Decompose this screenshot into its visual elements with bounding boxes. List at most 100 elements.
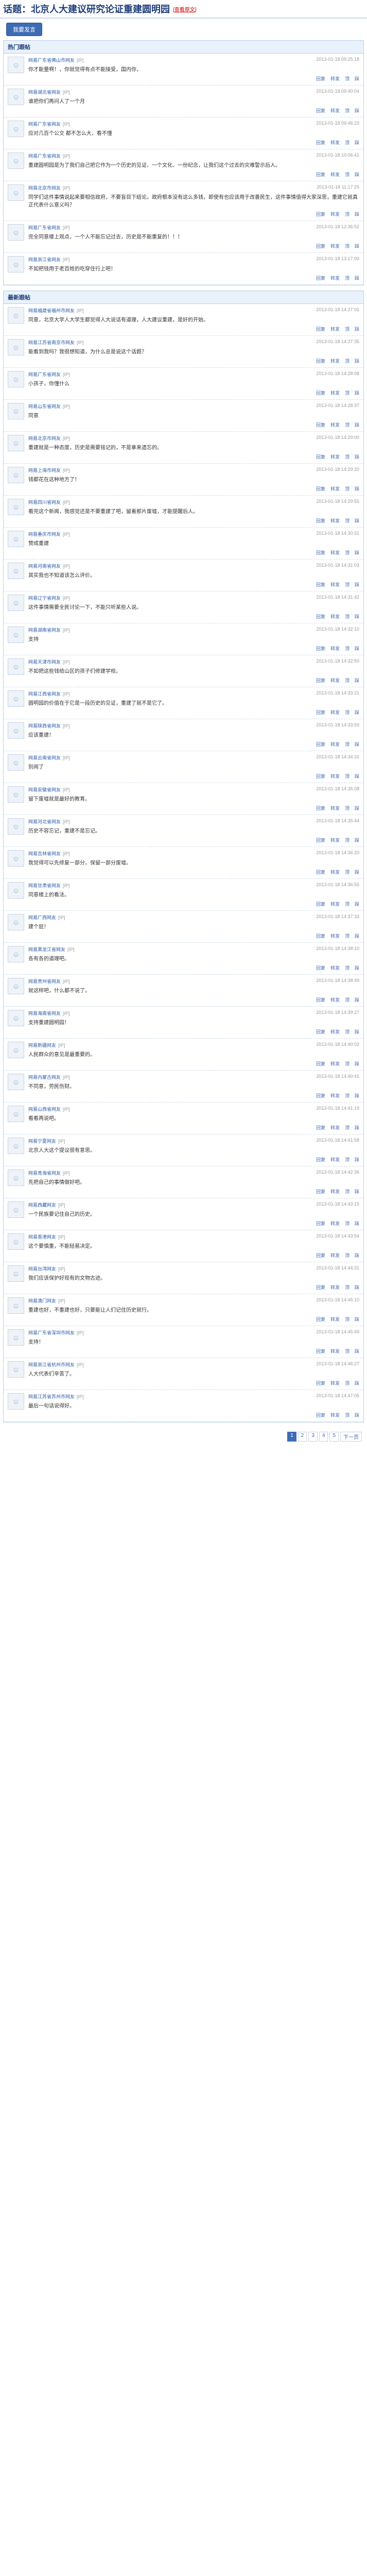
comment-action-回复[interactable]: 回复 (316, 1285, 325, 1290)
comment-action-顶[interactable]: 顶 (345, 1093, 349, 1098)
comment-user[interactable]: 网易北京市网友 [IP] (28, 435, 70, 442)
comment-action-踩[interactable]: 踩 (355, 965, 359, 971)
comment-action-踩[interactable]: 踩 (355, 1061, 359, 1066)
comment-action-踩[interactable]: 踩 (355, 518, 359, 523)
comment-user[interactable]: 网易澳门网友 [IP] (28, 1297, 65, 1304)
pager-item[interactable]: 1 (287, 1432, 296, 1442)
comment-action-转发[interactable]: 转发 (330, 1061, 340, 1066)
comment-action-顶[interactable]: 顶 (345, 1413, 349, 1418)
comment-action-回复[interactable]: 回复 (316, 327, 325, 332)
comment-action-踩[interactable]: 踩 (355, 76, 359, 81)
comment-action-顶[interactable]: 顶 (345, 276, 349, 281)
comment-action-顶[interactable]: 顶 (345, 870, 349, 875)
comment-action-踩[interactable]: 踩 (355, 582, 359, 587)
comment-action-踩[interactable]: 踩 (355, 678, 359, 683)
comment-action-踩[interactable]: 踩 (355, 997, 359, 1003)
comment-user[interactable]: 网易广东省佛山市网友 [IP] (28, 57, 84, 63)
comment-action-回复[interactable]: 回复 (316, 244, 325, 249)
comment-action-顶[interactable]: 顶 (345, 934, 349, 939)
comment-user[interactable]: 网易江苏省南京市网友 [IP] (28, 339, 84, 346)
comment-action-转发[interactable]: 转发 (330, 774, 340, 779)
comment-user[interactable]: 网易台湾网友 [IP] (28, 1265, 65, 1272)
comment-user[interactable]: 网易湖南省网友 [IP] (28, 626, 70, 633)
comment-action-转发[interactable]: 转发 (330, 550, 340, 555)
comment-user[interactable]: 网易北京市网友 [IP] (28, 184, 70, 191)
comment-action-顶[interactable]: 顶 (345, 1221, 349, 1226)
comment-action-转发[interactable]: 转发 (330, 359, 340, 364)
comment-user[interactable]: 网易江西省网友 [IP] (28, 690, 70, 697)
comment-user[interactable]: 网易吉林省网友 [IP] (28, 850, 70, 857)
comment-action-踩[interactable]: 踩 (355, 710, 359, 715)
comment-action-顶[interactable]: 顶 (345, 1157, 349, 1162)
comment-action-回复[interactable]: 回复 (316, 806, 325, 811)
comment-action-回复[interactable]: 回复 (316, 550, 325, 555)
comment-action-转发[interactable]: 转发 (330, 1253, 340, 1258)
comment-user[interactable]: 网易内蒙古网友 [IP] (28, 1074, 70, 1080)
comment-user[interactable]: 网易海南省网友 [IP] (28, 1010, 70, 1016)
comment-action-转发[interactable]: 转发 (330, 391, 340, 396)
comment-action-顶[interactable]: 顶 (345, 1285, 349, 1290)
comment-action-转发[interactable]: 转发 (330, 1157, 340, 1162)
comment-action-转发[interactable]: 转发 (330, 276, 340, 281)
comment-user[interactable]: 网易山东省网友 [IP] (28, 403, 70, 410)
comment-action-顶[interactable]: 顶 (345, 454, 349, 460)
comment-action-转发[interactable]: 转发 (330, 1317, 340, 1322)
pager-item[interactable]: 5 (329, 1432, 339, 1442)
comment-action-回复[interactable]: 回复 (316, 172, 325, 177)
comment-action-踩[interactable]: 踩 (355, 108, 359, 113)
comment-action-顶[interactable]: 顶 (345, 614, 349, 619)
comment-user[interactable]: 网易广东省网友 [IP] (28, 121, 70, 127)
comment-action-转发[interactable]: 转发 (330, 1189, 340, 1194)
comment-action-回复[interactable]: 回复 (316, 1381, 325, 1386)
comment-action-回复[interactable]: 回复 (316, 710, 325, 715)
comment-user[interactable]: 网易山西省网友 [IP] (28, 1106, 70, 1112)
comment-action-顶[interactable]: 顶 (345, 646, 349, 651)
comment-action-回复[interactable]: 回复 (316, 391, 325, 396)
comment-user[interactable]: 网易广东省网友 [IP] (28, 152, 70, 159)
comment-action-踩[interactable]: 踩 (355, 742, 359, 747)
comment-action-顶[interactable]: 顶 (345, 486, 349, 492)
comment-action-踩[interactable]: 踩 (355, 870, 359, 875)
comment-action-顶[interactable]: 顶 (345, 518, 349, 523)
comment-action-踩[interactable]: 踩 (355, 1381, 359, 1386)
comment-action-回复[interactable]: 回复 (316, 276, 325, 281)
comment-action-踩[interactable]: 踩 (355, 1029, 359, 1035)
comment-action-转发[interactable]: 转发 (330, 422, 340, 428)
comment-action-转发[interactable]: 转发 (330, 486, 340, 492)
comment-action-转发[interactable]: 转发 (330, 614, 340, 619)
comment-action-回复[interactable]: 回复 (316, 108, 325, 113)
comment-action-顶[interactable]: 顶 (345, 422, 349, 428)
comment-action-转发[interactable]: 转发 (330, 646, 340, 651)
pager-item[interactable]: 3 (308, 1432, 318, 1442)
comment-action-回复[interactable]: 回复 (316, 774, 325, 779)
comment-action-转发[interactable]: 转发 (330, 997, 340, 1003)
comment-action-回复[interactable]: 回复 (316, 486, 325, 492)
comment-user[interactable]: 网易重庆市网友 [IP] (28, 531, 70, 537)
comment-action-回复[interactable]: 回复 (316, 902, 325, 907)
comment-action-回复[interactable]: 回复 (316, 1029, 325, 1035)
comment-action-踩[interactable]: 踩 (355, 1189, 359, 1194)
comment-action-转发[interactable]: 转发 (330, 454, 340, 460)
comment-action-顶[interactable]: 顶 (345, 582, 349, 587)
comment-action-转发[interactable]: 转发 (330, 678, 340, 683)
comment-action-回复[interactable]: 回复 (316, 76, 325, 81)
comment-action-回复[interactable]: 回复 (316, 1317, 325, 1322)
comment-user[interactable]: 网易湖北省网友 [IP] (28, 89, 70, 95)
comment-action-踩[interactable]: 踩 (355, 1125, 359, 1130)
comment-action-踩[interactable]: 踩 (355, 1285, 359, 1290)
comment-action-踩[interactable]: 踩 (355, 806, 359, 811)
comment-user[interactable]: 网易浙江省杭州市网友 [IP] (28, 1361, 84, 1368)
comment-user[interactable]: 网易上海市网友 [IP] (28, 467, 70, 473)
comment-action-踩[interactable]: 踩 (355, 902, 359, 907)
comment-action-顶[interactable]: 顶 (345, 678, 349, 683)
comment-user[interactable]: 网易河南省网友 [IP] (28, 563, 70, 569)
comment-action-踩[interactable]: 踩 (355, 934, 359, 939)
comment-action-回复[interactable]: 回复 (316, 1413, 325, 1418)
comment-action-转发[interactable]: 转发 (330, 965, 340, 971)
comment-action-转发[interactable]: 转发 (330, 212, 340, 217)
comment-action-转发[interactable]: 转发 (330, 108, 340, 113)
pager-item[interactable]: 2 (298, 1432, 307, 1442)
comment-action-顶[interactable]: 顶 (345, 742, 349, 747)
comment-action-踩[interactable]: 踩 (355, 550, 359, 555)
comment-action-顶[interactable]: 顶 (345, 710, 349, 715)
